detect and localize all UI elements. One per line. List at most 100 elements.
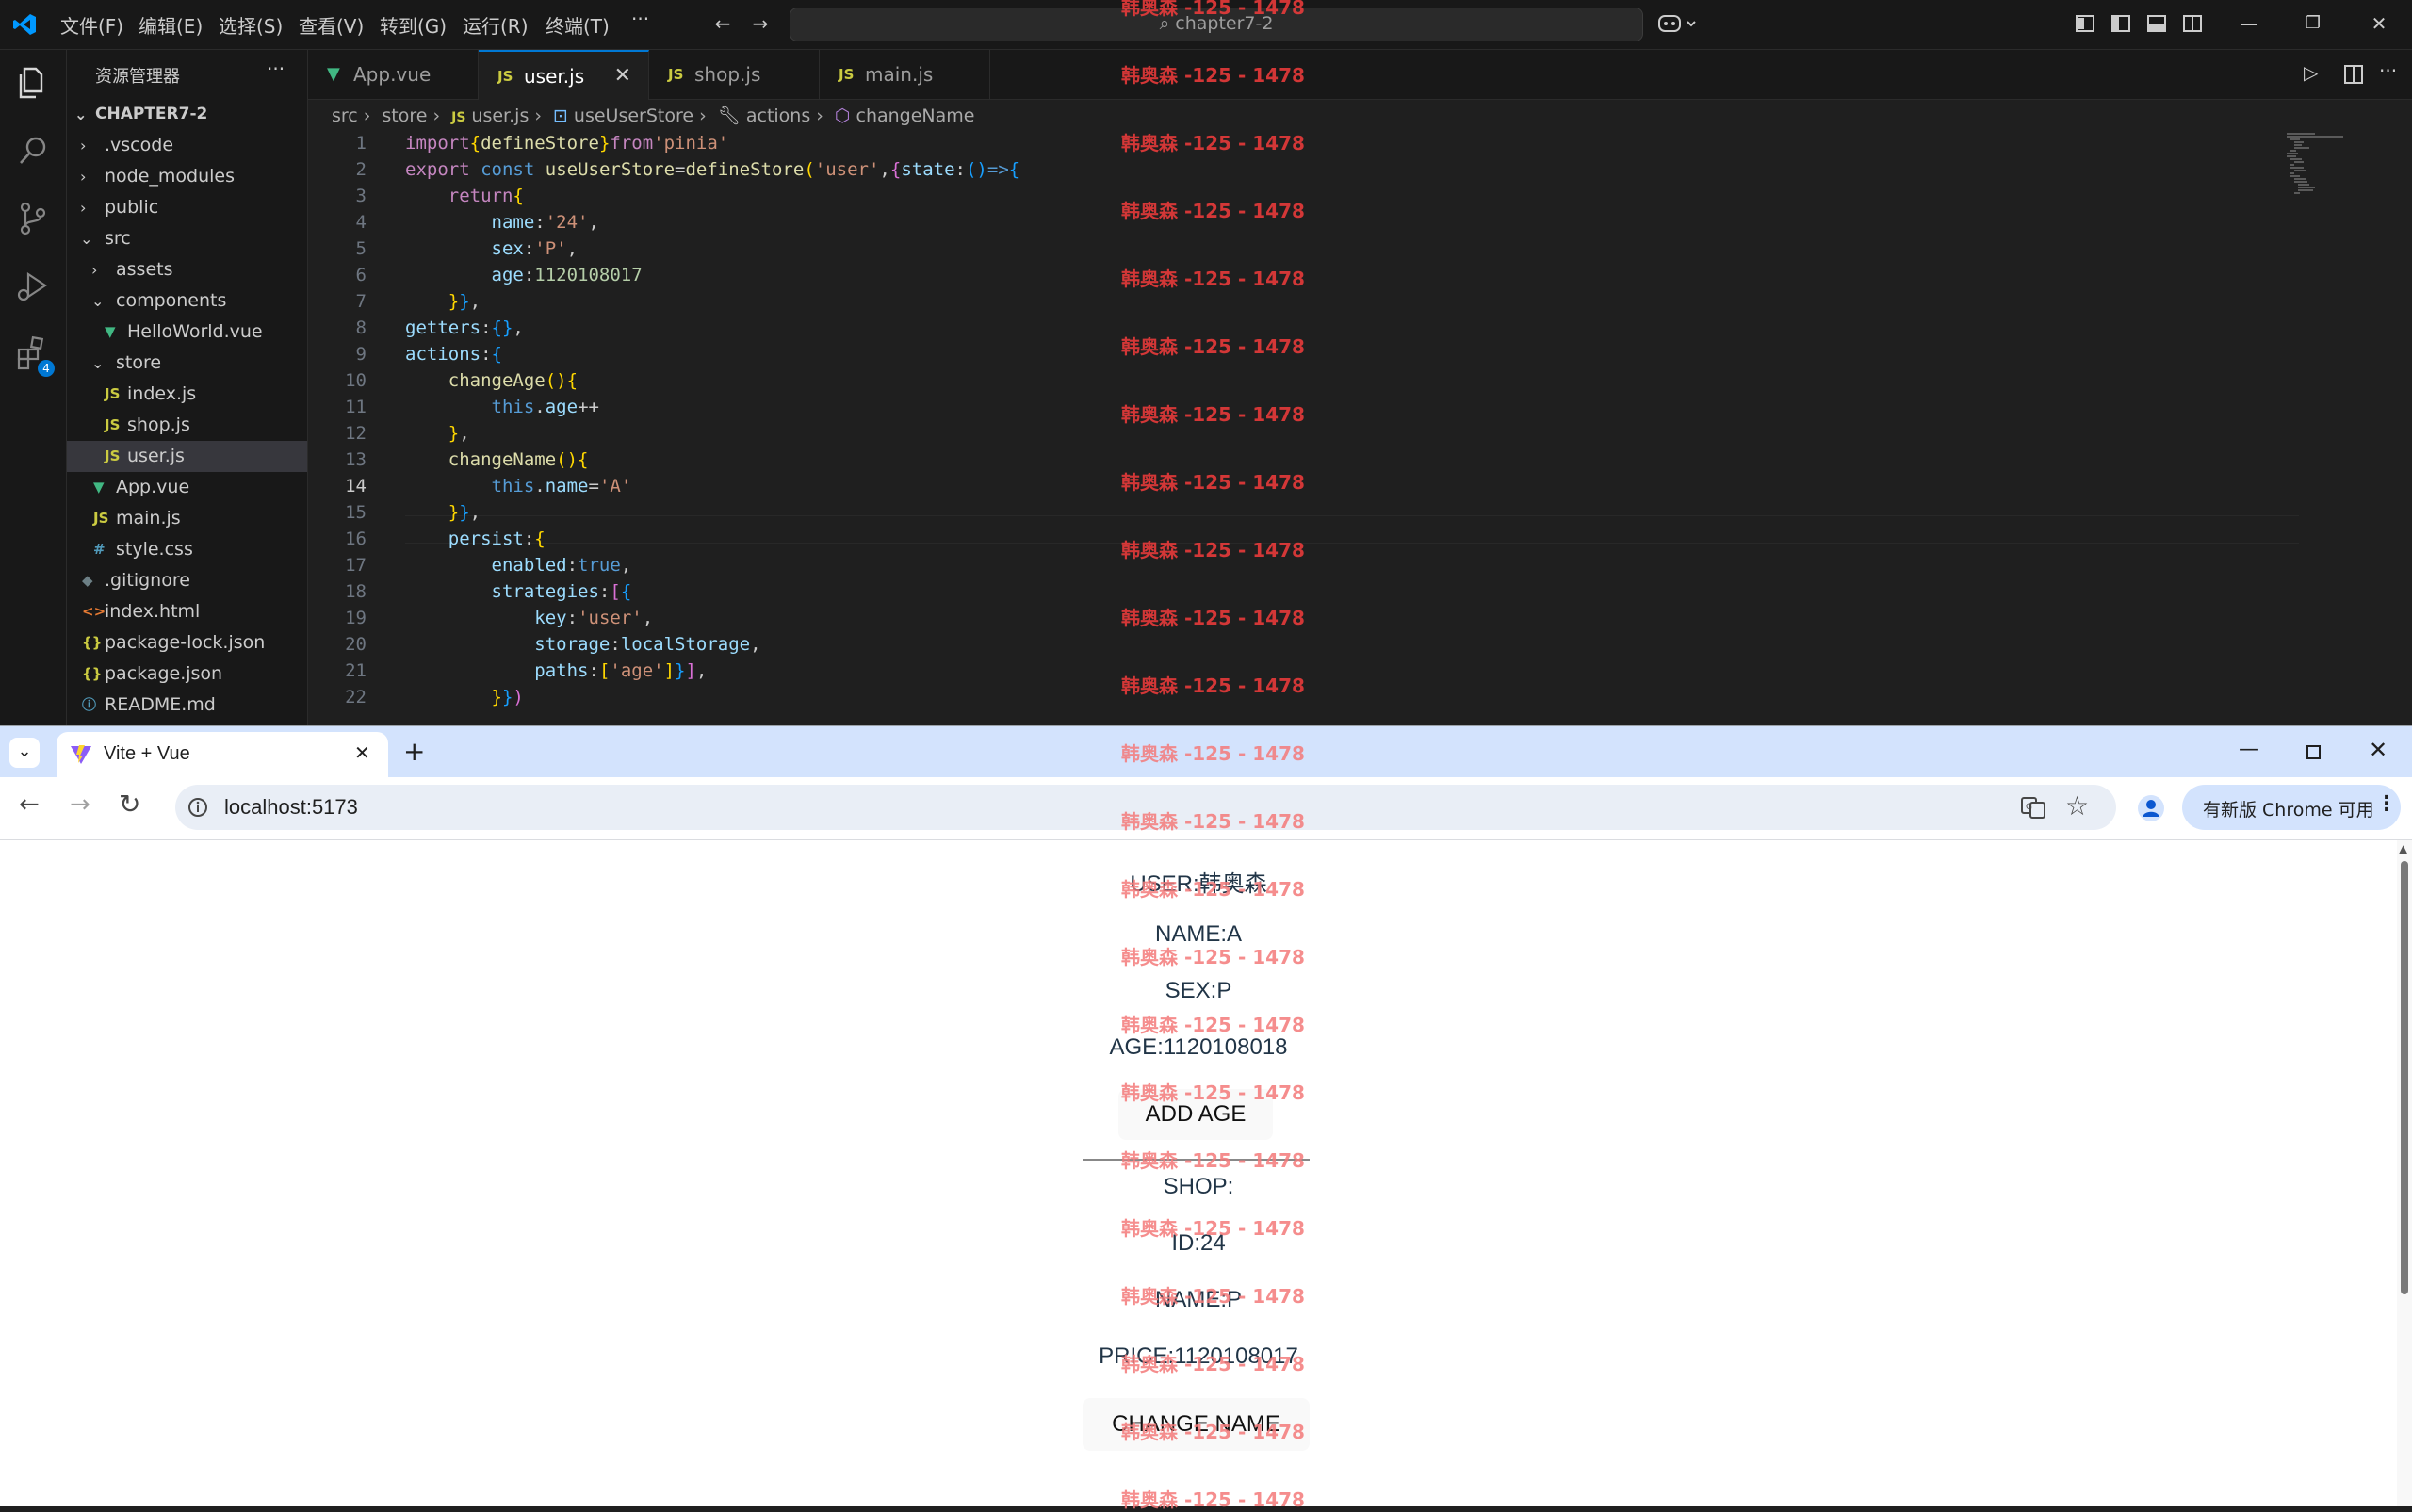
explorer-folder[interactable]: › public <box>67 192 307 223</box>
explorer-file[interactable]: ▼ App.vue <box>67 472 307 503</box>
extensions-badge: 4 <box>38 360 55 377</box>
explorer-folder[interactable]: ⌄ src <box>67 223 307 254</box>
forward-arrow-icon[interactable]: → <box>748 11 773 36</box>
translate-icon[interactable]: G <box>2020 795 2046 820</box>
tab-title: Vite + Vue <box>104 743 190 764</box>
breadcrumb-src[interactable]: src <box>332 106 358 126</box>
explorer-icon[interactable] <box>13 63 53 103</box>
menu-go[interactable]: 转到(G) <box>380 11 447 39</box>
breadcrumb-method[interactable]: changeName <box>856 106 975 126</box>
profile-avatar-icon[interactable] <box>2137 794 2165 822</box>
toggle-panel-icon[interactable] <box>2146 13 2167 34</box>
explorer-file[interactable]: JS shop.js <box>67 410 307 441</box>
browser-back-icon[interactable]: ← <box>19 790 40 819</box>
site-info-icon[interactable] <box>187 796 209 819</box>
explorer-file[interactable]: # style.css <box>67 534 307 565</box>
split-editor-icon[interactable] <box>2343 64 2364 85</box>
line-number: 16 <box>345 528 367 549</box>
explorer-file[interactable]: JS main.js <box>67 503 307 534</box>
breadcrumb-file[interactable]: user.js <box>471 106 529 126</box>
chrome-minimize-icon[interactable]: — <box>2239 738 2259 761</box>
sex-text: SEX:P <box>1165 978 1232 1003</box>
explorer-folder[interactable]: › assets <box>67 254 307 285</box>
toggle-secondary-sidebar-icon[interactable] <box>2182 13 2203 34</box>
bookmark-star-icon[interactable]: ☆ <box>2065 790 2089 821</box>
line-number: 19 <box>345 608 367 628</box>
code-line: storage:localStorage, <box>534 634 761 655</box>
explorer-file[interactable]: <> index.html <box>67 596 307 627</box>
explorer-file[interactable]: JS user.js <box>67 441 307 472</box>
copilot-icon[interactable] <box>1656 11 1700 36</box>
source-control-icon[interactable] <box>13 199 53 238</box>
tab-user-js[interactable]: JS user.js ✕ <box>479 50 649 100</box>
back-arrow-icon[interactable]: ← <box>710 11 735 36</box>
editor-area: ▼ App.vue JS user.js ✕ JS shop.js JS main.js … <box>308 50 2412 725</box>
code-editor[interactable]: 1 2 3 4 5 6 7 8 9 10 11 12 13 14 15 16 17 18 19 20 21 22 impo… <box>308 131 2412 725</box>
menu-file[interactable]: 文件(F) <box>60 11 123 39</box>
explorer-folder[interactable]: ⌄ store <box>67 348 307 379</box>
menu-more[interactable]: ··· <box>631 8 649 30</box>
code-line: getters:{}, <box>405 317 524 338</box>
tab-search-chevron-icon[interactable]: ⌄ <box>9 738 40 768</box>
explorer-file[interactable]: ▼ HelloWorld.vue <box>67 317 307 348</box>
close-window-icon[interactable]: ✕ <box>2367 11 2391 36</box>
new-tab-button[interactable]: + <box>403 736 425 767</box>
close-tab-icon[interactable]: ✕ <box>354 741 370 764</box>
js-file-icon: JS <box>105 385 121 402</box>
chrome-close-icon[interactable]: ✕ <box>2369 737 2388 763</box>
explorer-file[interactable]: ◆ .gitignore <box>67 565 307 596</box>
watermark-text: 韩奥森 -125 - 1478 <box>1121 1488 1305 1511</box>
explorer-file[interactable]: ⓘ README.md <box>67 690 307 721</box>
menu-edit[interactable]: 编辑(E) <box>139 11 203 39</box>
explorer-root-folder[interactable]: ⌄ CHAPTER7-2 <box>67 99 307 130</box>
breadcrumb-store[interactable]: store <box>382 106 427 126</box>
explorer-item-label: style.css <box>116 539 193 560</box>
chrome-maximize-icon[interactable] <box>2305 743 2323 762</box>
browser-forward-icon[interactable]: → <box>70 790 90 819</box>
minimize-icon[interactable]: — <box>2237 11 2261 36</box>
scroll-up-arrow-icon[interactable]: ▲ <box>2399 842 2407 855</box>
run-file-icon[interactable]: ▷ <box>2304 61 2318 84</box>
explorer-item-label: assets <box>116 259 173 280</box>
explorer-folder[interactable]: › .vscode <box>67 130 307 161</box>
page-scrollbar[interactable]: ▲ <box>2397 840 2412 1506</box>
explorer-folder[interactable]: › node_modules <box>67 161 307 192</box>
explorer-file[interactable]: {} package.json <box>67 658 307 690</box>
explorer-item-label: components <box>116 290 227 311</box>
update-chrome-button[interactable]: 有新版 Chrome 可用 ⋮ <box>2182 785 2401 830</box>
menu-terminal[interactable]: 终端(T) <box>546 11 610 39</box>
explorer-file[interactable]: {} package-lock.json <box>67 627 307 658</box>
reload-icon[interactable]: ↻ <box>119 789 140 820</box>
tab-app-vue[interactable]: ▼ App.vue <box>308 50 479 99</box>
breadcrumb-symbol[interactable]: useUserStore <box>574 106 693 126</box>
scrollbar-thumb[interactable] <box>2401 861 2408 1294</box>
tab-main-js[interactable]: JS main.js <box>820 50 990 99</box>
browser-tab[interactable]: Vite + Vue ✕ <box>57 732 388 777</box>
info-file-icon: ⓘ <box>82 696 97 713</box>
search-sidebar-icon[interactable] <box>13 131 53 171</box>
explorer-folder[interactable]: ⌄ components <box>67 285 307 317</box>
js-file-icon: JS <box>668 66 684 83</box>
close-tab-icon[interactable]: ✕ <box>614 52 631 101</box>
run-debug-icon[interactable] <box>13 267 53 306</box>
editor-more-icon[interactable]: ··· <box>2379 59 2397 82</box>
watermark-text: 韩奥森 -125 - 1478 <box>1121 675 1305 697</box>
customize-layout-icon[interactable] <box>2075 13 2095 34</box>
chrome-menu-icon[interactable]: ⋮ <box>2376 792 2397 816</box>
menu-selection[interactable]: 选择(S) <box>219 11 283 39</box>
explorer-more-button[interactable]: ··· <box>267 57 285 80</box>
breadcrumb-actions[interactable]: actions <box>746 106 810 126</box>
tab-shop-js[interactable]: JS shop.js <box>649 50 820 99</box>
line-number: 20 <box>345 634 367 655</box>
menu-run[interactable]: 运行(R) <box>463 11 529 39</box>
line-number: 22 <box>345 687 367 707</box>
toggle-primary-sidebar-icon[interactable] <box>2110 13 2131 34</box>
restore-icon[interactable]: ❐ <box>2301 11 2325 36</box>
minimap[interactable] <box>2287 131 2400 206</box>
line-number: 18 <box>345 581 367 602</box>
breadcrumb: src › store › JS user.js › ⊡ useUserStore › 🔧︎… <box>332 106 975 126</box>
chevron-right-icon: › <box>80 137 87 154</box>
explorer-file[interactable]: JS index.js <box>67 379 307 410</box>
menu-view[interactable]: 查看(V) <box>299 11 364 39</box>
watermark-text: 韩奥森 -125 - 1478 <box>1121 1081 1305 1104</box>
